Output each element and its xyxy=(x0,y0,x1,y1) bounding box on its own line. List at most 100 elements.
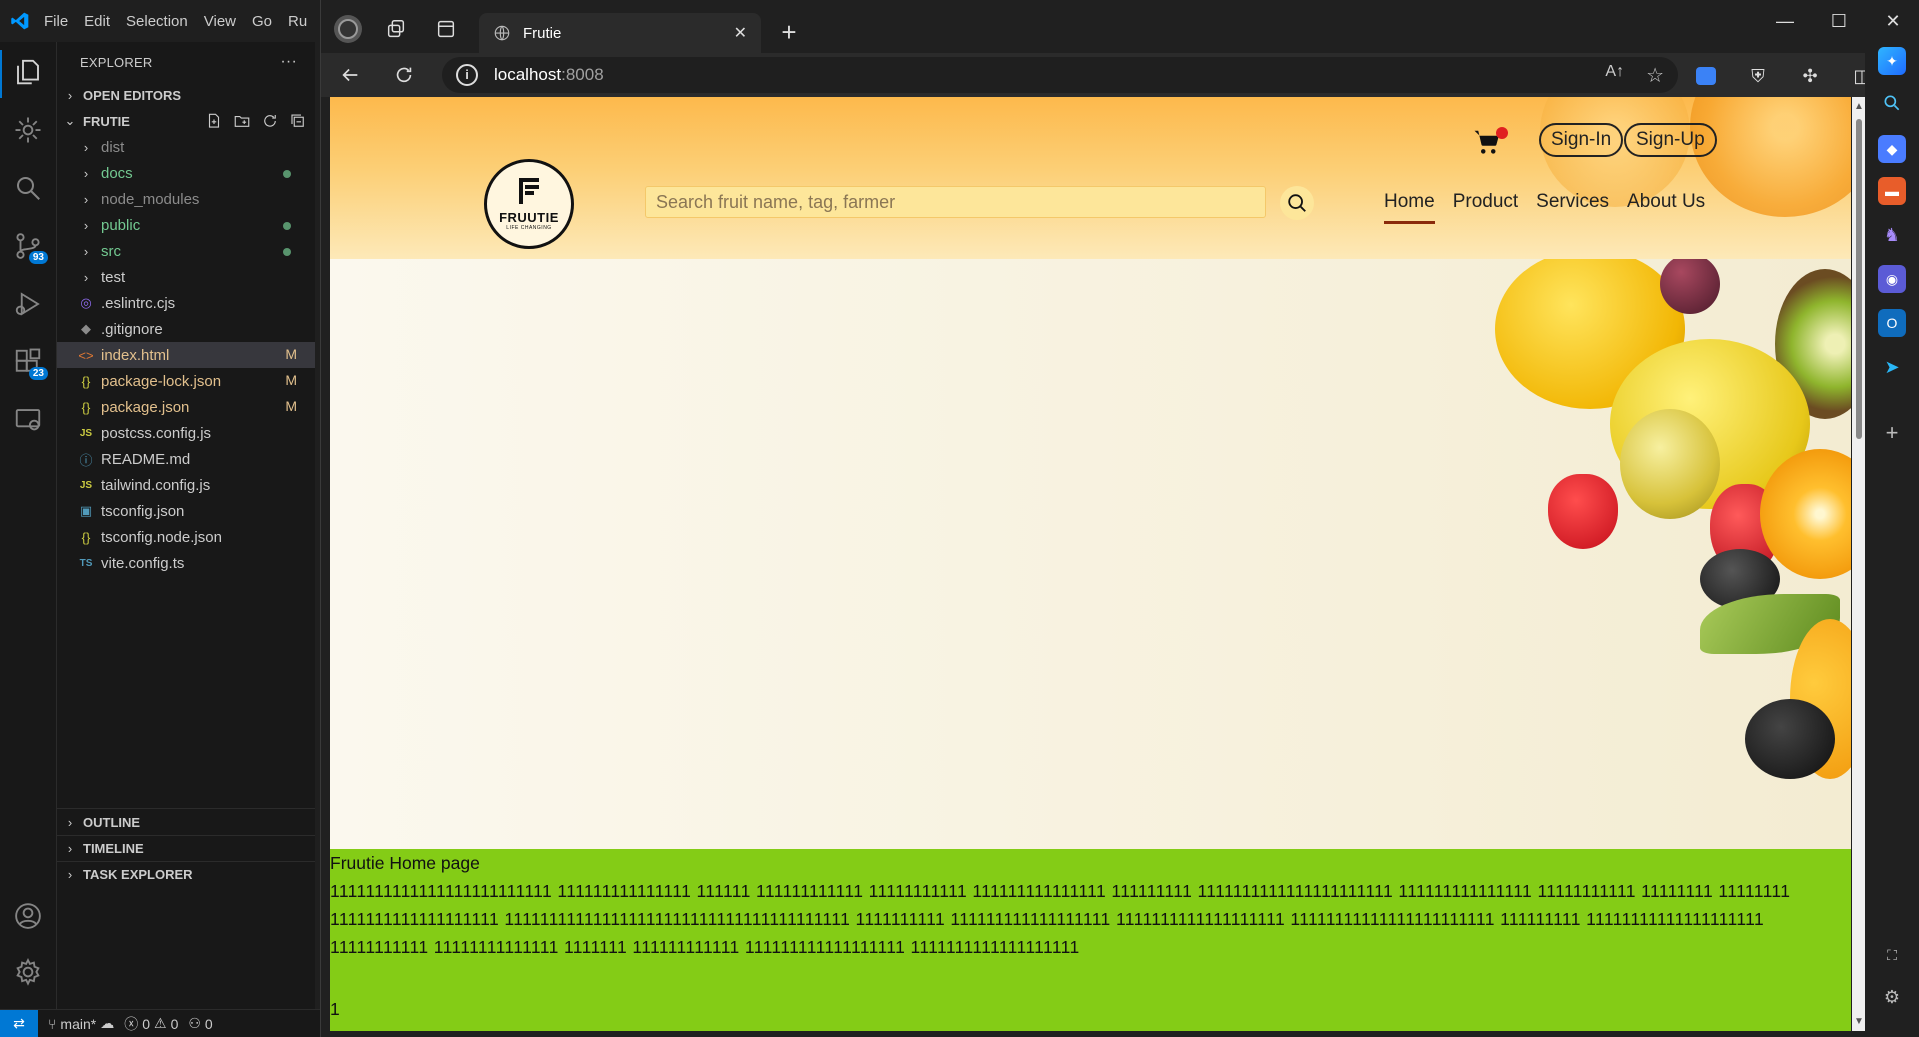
html-file-icon: <> xyxy=(78,347,94,363)
chevron-right-icon: › xyxy=(83,191,89,207)
maximize-icon[interactable]: ☐ xyxy=(1812,0,1866,42)
file-tree-item[interactable]: JS postcss.config.js xyxy=(57,420,315,446)
minimize-icon[interactable]: — xyxy=(1758,0,1812,42)
profile-avatar-icon[interactable] xyxy=(333,14,363,44)
extensions-icon[interactable]: 23 xyxy=(12,346,48,380)
accounts-icon[interactable] xyxy=(12,900,44,932)
page-scrollbar[interactable]: ▲ ▼ xyxy=(1852,97,1866,1031)
add-sidebar-app-icon[interactable]: + xyxy=(1878,419,1906,447)
outlook-icon[interactable]: O xyxy=(1878,309,1906,337)
explorer-icon[interactable] xyxy=(12,56,44,88)
run-debug-icon[interactable] xyxy=(12,288,44,320)
timeline-section[interactable]: › TIMELINE xyxy=(57,835,315,861)
file-tree-item[interactable]: › dist xyxy=(57,134,315,160)
file-tree-item[interactable]: ◆ .gitignore xyxy=(57,316,315,342)
read-aloud-icon[interactable]: A↑ xyxy=(1605,63,1624,88)
remote-indicator-icon[interactable]: ⇄ xyxy=(0,1009,38,1037)
file-tree-item[interactable]: › src xyxy=(57,238,315,264)
extensions-puzzle-icon[interactable]: ✣ xyxy=(1795,62,1825,90)
scroll-up-arrow-icon[interactable]: ▲ xyxy=(1854,101,1864,112)
workspaces-icon[interactable] xyxy=(381,14,411,44)
file-tree-item[interactable]: › public xyxy=(57,212,315,238)
nav-product[interactable]: Product xyxy=(1453,191,1518,224)
git-status-dot xyxy=(283,248,291,256)
vscode-titlebar: File Edit Selection View Go Ru xyxy=(0,0,330,42)
search-icon[interactable] xyxy=(1280,186,1314,220)
nav-services[interactable]: Services xyxy=(1536,191,1609,224)
url-bar[interactable]: i localhost:8008 A↑ ☆ xyxy=(442,57,1678,93)
favorite-star-icon[interactable]: ☆ xyxy=(1646,63,1664,88)
file-tree-item[interactable]: TS vite.config.ts xyxy=(57,550,315,576)
menu-file[interactable]: File xyxy=(44,13,68,30)
vertical-tabs-icon[interactable] xyxy=(431,14,461,44)
refresh-icon[interactable] xyxy=(261,112,279,130)
search-sidebar-icon[interactable] xyxy=(1878,89,1906,117)
explorer-header: EXPLORER ··· xyxy=(57,42,315,82)
file-tree-item[interactable]: › node_modules xyxy=(57,186,315,212)
git-modified-badge: M xyxy=(285,372,297,388)
home-content-section: Fruutie Home page 1111111111111111111111… xyxy=(330,849,1851,1031)
manage-gear-icon[interactable] xyxy=(12,956,44,988)
nav-home[interactable]: Home xyxy=(1384,191,1435,224)
branch-status[interactable]: ⑂ main* ☁ xyxy=(48,1015,114,1032)
screenshot-icon[interactable]: ⛶ xyxy=(1878,941,1906,969)
telegram-icon[interactable]: ➤ xyxy=(1878,353,1906,381)
menu-view[interactable]: View xyxy=(204,13,236,30)
file-tree-item[interactable]: ◎ .eslintrc.cjs xyxy=(57,290,315,316)
tab-frutie[interactable]: Frutie ✕ xyxy=(479,13,761,53)
file-tree-label: index.html xyxy=(101,346,170,364)
new-file-icon[interactable] xyxy=(205,112,223,130)
sidebar-settings-icon[interactable]: ⚙ xyxy=(1878,983,1906,1011)
nav-about-us[interactable]: About Us xyxy=(1627,191,1705,224)
file-tree-item[interactable]: › docs xyxy=(57,160,315,186)
collapse-all-icon[interactable] xyxy=(289,112,307,130)
file-tree-label: test xyxy=(101,268,126,286)
search-icon[interactable] xyxy=(12,172,44,204)
sign-up-button[interactable]: Sign-Up xyxy=(1624,123,1717,157)
eslint-file-icon: ◎ xyxy=(80,295,92,310)
menu-edit[interactable]: Edit xyxy=(84,13,110,30)
close-window-icon[interactable]: ✕ xyxy=(1866,0,1919,42)
url-port: :8008 xyxy=(561,65,604,84)
remote-explorer-icon[interactable] xyxy=(12,404,44,436)
sign-in-button[interactable]: Sign-In xyxy=(1539,123,1624,157)
explorer-more-button[interactable]: ··· xyxy=(280,53,297,71)
scroll-thumb[interactable] xyxy=(1856,119,1862,439)
menu-go[interactable]: Go xyxy=(252,13,272,30)
games-icon[interactable]: ♞ xyxy=(1878,221,1906,249)
file-tree-item[interactable]: ▣ tsconfig.json xyxy=(57,498,315,524)
problems-status[interactable]: ⓧ 0 ⚠ 0 xyxy=(124,1014,178,1034)
new-tab-icon[interactable]: + xyxy=(774,17,804,48)
new-folder-icon[interactable] xyxy=(233,112,251,130)
project-section[interactable]: ⌄ FRUTIE xyxy=(57,108,315,134)
menu-run[interactable]: Ru xyxy=(288,13,307,30)
scroll-down-arrow-icon[interactable]: ▼ xyxy=(1854,1016,1864,1027)
shopping-tag-icon[interactable]: ◆ xyxy=(1878,135,1906,163)
cart-icon[interactable] xyxy=(1472,127,1508,159)
file-tree-item[interactable]: {} tsconfig.node.json xyxy=(57,524,315,550)
shield-icon[interactable]: ⛨ xyxy=(1743,62,1773,90)
source-control-icon[interactable]: 93 xyxy=(12,230,48,264)
menu-selection[interactable]: Selection xyxy=(126,13,188,30)
file-tree-item[interactable]: {} package-lock.json M xyxy=(57,368,315,394)
refresh-icon[interactable] xyxy=(389,60,419,90)
file-tree-item[interactable]: › test xyxy=(57,264,315,290)
ports-status[interactable]: ⚇ 0 xyxy=(188,1015,212,1032)
file-tree-item[interactable]: ⓘ README.md xyxy=(57,446,315,472)
tools-icon[interactable]: ▬ xyxy=(1878,177,1906,205)
file-tree-item[interactable]: JS tailwind.config.js xyxy=(57,472,315,498)
site-logo[interactable]: FRUUTIE LIFE CHANGING xyxy=(484,159,574,249)
copilot-icon[interactable]: ✦ xyxy=(1878,47,1906,75)
search-input[interactable] xyxy=(645,186,1266,218)
file-tree-item[interactable]: <> index.html M xyxy=(57,342,315,368)
file-tree-item[interactable]: {} package.json M xyxy=(57,394,315,420)
m365-icon[interactable]: ◉ xyxy=(1878,265,1906,293)
back-arrow-icon[interactable] xyxy=(335,60,365,90)
outline-section[interactable]: › OUTLINE xyxy=(57,809,315,835)
tab-close-icon[interactable]: ✕ xyxy=(734,23,747,43)
extension-translate-icon[interactable] xyxy=(1691,62,1721,90)
settings-sync-icon[interactable] xyxy=(12,114,44,146)
site-info-icon[interactable]: i xyxy=(456,64,478,86)
open-editors-section[interactable]: › OPEN EDITORS xyxy=(57,82,315,108)
task-explorer-section[interactable]: › TASK EXPLORER xyxy=(57,861,315,887)
